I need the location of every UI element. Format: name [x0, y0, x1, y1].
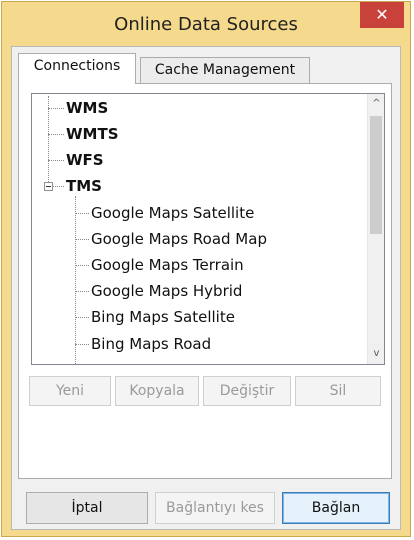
window-title: Online Data Sources	[114, 14, 298, 35]
tree-item-wms[interactable]: WMS	[66, 97, 108, 119]
tree-line	[53, 186, 64, 187]
connections-panel: WMS WMTS WFS TMS Google Maps Satellite G…	[18, 83, 392, 479]
tree-item-google-maps-satellite[interactable]: Google Maps Satellite	[91, 202, 254, 224]
dialog-body: Connections Cache Management WMS WMTS WF…	[11, 46, 401, 530]
tree-line	[75, 196, 76, 364]
edit-button[interactable]: Değiştir	[203, 376, 291, 406]
tab-cache-management[interactable]: Cache Management	[140, 57, 310, 83]
tab-connections[interactable]: Connections	[18, 53, 136, 84]
tree-item-tms[interactable]: TMS	[66, 175, 102, 197]
scroll-thumb[interactable]	[370, 116, 382, 234]
connections-tree[interactable]: WMS WMTS WFS TMS Google Maps Satellite G…	[31, 93, 385, 365]
copy-button[interactable]: Kopyala	[115, 376, 199, 406]
close-icon: ✕	[375, 5, 389, 24]
tree-viewport: WMS WMTS WFS TMS Google Maps Satellite G…	[32, 94, 372, 364]
tree-line	[48, 160, 64, 161]
tree-item-google-maps-terrain[interactable]: Google Maps Terrain	[91, 254, 244, 276]
tree-item-bing-maps-satellite[interactable]: Bing Maps Satellite	[91, 306, 235, 328]
tree-item-bing-maps-road[interactable]: Bing Maps Road	[91, 333, 211, 355]
tree-line	[75, 213, 89, 214]
scroll-up-icon[interactable]: ^	[368, 95, 384, 113]
new-button[interactable]: Yeni	[29, 376, 111, 406]
tree-scrollbar[interactable]: ^ v	[367, 94, 384, 364]
scroll-down-icon[interactable]: v	[368, 345, 384, 363]
tree-line	[75, 265, 89, 266]
close-button[interactable]: ✕	[360, 2, 404, 28]
tree-line	[48, 134, 64, 135]
tree-line	[75, 239, 89, 240]
collapse-toggle-icon[interactable]	[44, 182, 53, 191]
tree-item-google-maps-road-map[interactable]: Google Maps Road Map	[91, 228, 267, 250]
tree-item-wmts[interactable]: WMTS	[66, 123, 119, 145]
tree-line	[75, 317, 89, 318]
dialog-window: Online Data Sources ✕ Connections Cache …	[1, 1, 411, 537]
title-bar[interactable]: Online Data Sources ✕	[2, 2, 410, 46]
tree-line	[48, 108, 64, 109]
delete-button[interactable]: Sil	[295, 376, 381, 406]
disconnect-button[interactable]: Bağlantıyı kes	[155, 492, 275, 524]
tree-line	[75, 344, 89, 345]
tree-line	[75, 291, 89, 292]
tree-item-wfs[interactable]: WFS	[66, 149, 104, 171]
cancel-button[interactable]: İptal	[26, 492, 148, 524]
tree-item-google-maps-hybrid[interactable]: Google Maps Hybrid	[91, 280, 242, 302]
connect-button[interactable]: Bağlan	[282, 492, 390, 524]
